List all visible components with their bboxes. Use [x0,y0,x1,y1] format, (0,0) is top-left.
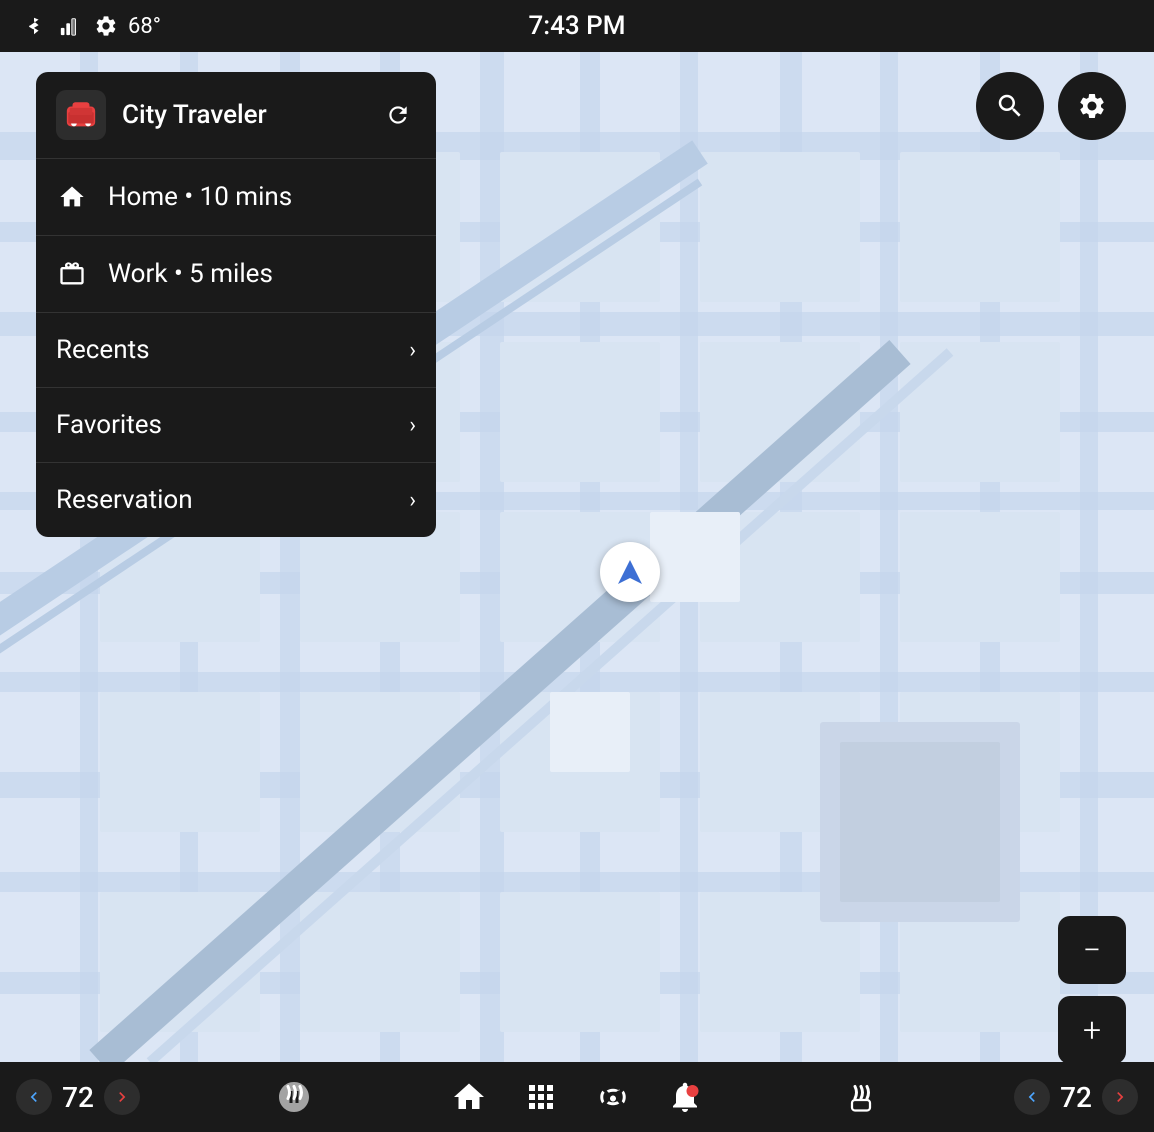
nav-menu-header: City Traveler [36,72,436,159]
nav-menu: City Traveler Home • 10 mins Work • 5 mi… [36,72,436,537]
work-nav-icon [56,258,88,290]
fan-heat-left-icon[interactable] [272,1075,316,1119]
signal-icon [56,12,84,40]
nav-item-recents[interactable]: Recents › [36,313,436,388]
temp-right-increase-button[interactable] [1102,1079,1138,1115]
nav-item-work[interactable]: Work • 5 miles [36,236,436,313]
status-gear-icon[interactable] [92,12,120,40]
temp-left-decrease-button[interactable] [16,1079,52,1115]
temp-left-value: 72 [58,1081,98,1114]
location-marker [600,542,660,602]
bottom-apps-button[interactable] [519,1075,563,1119]
temp-right-value: 72 [1056,1081,1096,1114]
reservation-arrow-icon: › [409,488,416,513]
temp-left-increase-button[interactable] [104,1079,140,1115]
home-nav-icon [56,181,88,213]
nav-item-work-label: Work • 5 miles [108,259,416,289]
fan-heat-right-icon[interactable] [839,1075,883,1119]
nav-item-reservation-label: Reservation [56,485,389,515]
favorites-arrow-icon: › [409,413,416,438]
nav-item-reservation[interactable]: Reservation › [36,463,436,537]
recents-arrow-icon: › [409,338,416,363]
nav-item-home[interactable]: Home • 10 mins [36,159,436,236]
refresh-button[interactable] [380,97,416,133]
bottom-bar: 72 [0,1062,1154,1132]
zoom-in-button[interactable]: + [1058,996,1126,1064]
temp-right-decrease-button[interactable] [1014,1079,1050,1115]
temperature-display: 68° [128,14,161,39]
status-bar: 68° 7:43 PM [0,0,1154,52]
clock-display: 7:43 PM [529,11,626,41]
nav-item-recents-label: Recents [56,335,389,365]
nav-item-favorites-label: Favorites [56,410,389,440]
nav-item-favorites[interactable]: Favorites › [36,388,436,463]
temp-control-right: 72 [1014,1079,1138,1115]
nav-menu-title: City Traveler [122,100,364,130]
zoom-out-label: − [1083,934,1101,966]
nav-item-home-label: Home • 10 mins [108,182,416,212]
bottom-center-icons [447,1075,707,1119]
status-left: 68° [20,12,161,40]
map-search-button[interactable] [976,72,1044,140]
zoom-out-button[interactable]: − [1058,916,1126,984]
app-icon [56,90,106,140]
map-settings-button[interactable] [1058,72,1126,140]
bottom-notification-button[interactable] [663,1075,707,1119]
bottom-fan-button[interactable] [591,1075,635,1119]
zoom-in-label: + [1083,1014,1101,1046]
bottom-home-button[interactable] [447,1075,491,1119]
bluetooth-icon [20,12,48,40]
temp-control-left: 72 [16,1079,140,1115]
